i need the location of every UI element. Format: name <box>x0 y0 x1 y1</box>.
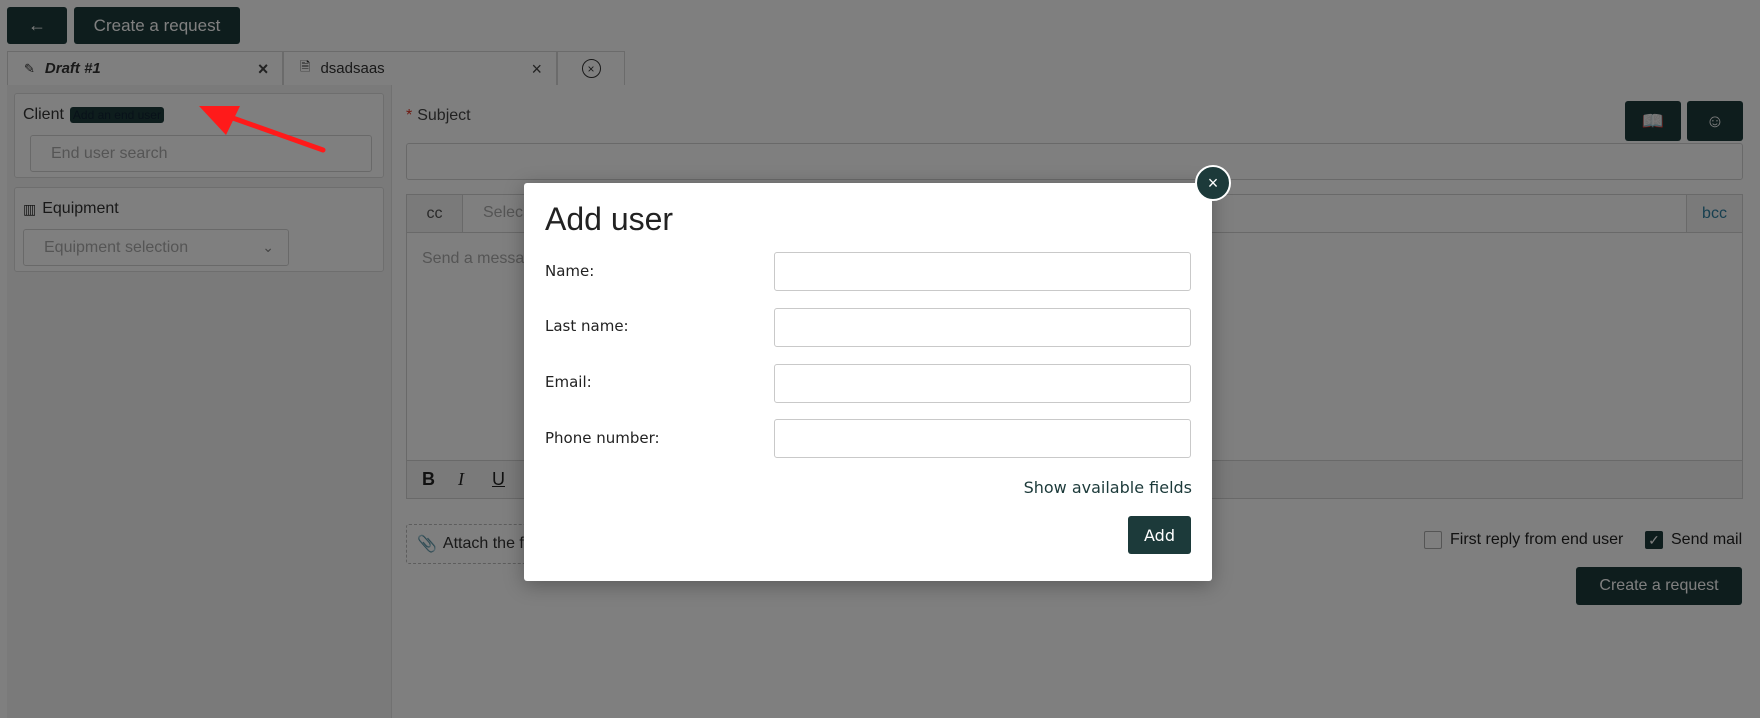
modal-title: Add user <box>545 201 674 237</box>
add-button[interactable]: Add <box>1128 516 1191 554</box>
modal-close-button[interactable]: × <box>1195 165 1231 201</box>
phone-field[interactable] <box>774 419 1191 458</box>
email-field[interactable] <box>774 364 1191 403</box>
last-name-label: Last name: <box>545 317 629 335</box>
name-label: Name: <box>545 262 595 280</box>
show-available-fields-link[interactable]: Show available fields <box>1024 478 1192 497</box>
add-user-modal: Add user Name: Last name: Email: Phone n… <box>524 183 1212 581</box>
name-field[interactable] <box>774 252 1191 291</box>
last-name-field[interactable] <box>774 308 1191 347</box>
phone-label: Phone number: <box>545 429 660 447</box>
email-label: Email: <box>545 373 592 391</box>
